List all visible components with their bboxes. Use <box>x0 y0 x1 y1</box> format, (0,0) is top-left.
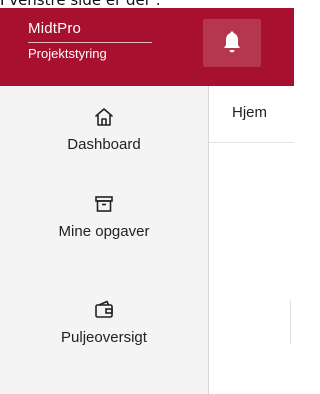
app-logo[interactable]: MidtPro Projektstyring <box>28 20 154 61</box>
sidebar-item-label: Mine opgaver <box>58 223 150 240</box>
notifications-button[interactable] <box>203 19 261 67</box>
sidebar-item-dashboard[interactable]: Dashboard <box>0 106 208 154</box>
logo-subtitle: Projektstyring <box>28 46 107 61</box>
logo-title: MidtPro <box>28 20 82 37</box>
home-icon <box>95 108 113 126</box>
logo-divider <box>28 42 152 43</box>
clipped-heading-text: I venstre side er der : <box>0 0 161 8</box>
wallet-icon <box>95 300 113 318</box>
archive-box-icon <box>95 196 113 212</box>
sidebar-item-label: Puljeoversigt <box>61 329 147 346</box>
clipped-text-strip: I venstre side er der : <box>0 0 294 8</box>
tab-hjem[interactable]: Hjem <box>232 104 267 121</box>
top-navigation-bar: MidtPro Projektstyring <box>0 8 294 86</box>
content-divider <box>290 300 291 344</box>
main-tab-bar: Hjem <box>209 86 294 143</box>
sidebar-item-puljeoversigt[interactable]: Puljeoversigt <box>0 299 208 347</box>
sidebar: Dashboard Mine opgaver Puljeoversigt <box>0 86 209 394</box>
bell-icon <box>224 31 240 53</box>
sidebar-item-label: Dashboard <box>67 136 141 153</box>
sidebar-item-mine-opgaver[interactable]: Mine opgaver <box>0 193 208 241</box>
